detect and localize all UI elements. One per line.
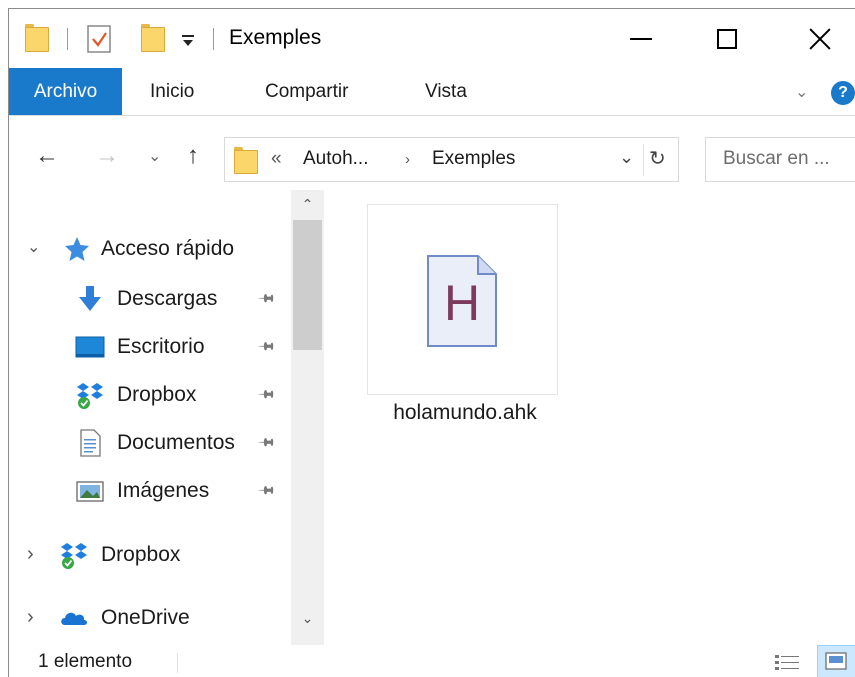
pin-icon: 🖈 bbox=[256, 382, 279, 405]
tab-inicio[interactable]: Inicio bbox=[150, 68, 194, 115]
nav-item-label: Acceso rápido bbox=[101, 237, 235, 260]
nav-item-quick-access[interactable]: ⌄ Acceso rápido bbox=[9, 227, 289, 271]
star-icon bbox=[65, 237, 89, 261]
images-icon bbox=[76, 481, 104, 502]
nav-item-imagenes[interactable]: Imágenes 🖈 bbox=[9, 469, 289, 513]
nav-item-label: Dropbox bbox=[117, 383, 197, 406]
tab-archivo[interactable]: Archivo bbox=[9, 68, 122, 115]
chevron-right-icon[interactable]: › bbox=[27, 543, 34, 566]
minimize-button[interactable] bbox=[595, 9, 687, 68]
recent-locations-icon[interactable]: ⌄ bbox=[148, 146, 161, 166]
ribbon: Archivo Inicio Compartir Vista ⌄ ? bbox=[9, 68, 855, 116]
documents-icon bbox=[80, 429, 101, 457]
address-overflow[interactable]: « bbox=[271, 148, 282, 170]
nav-item-dropbox[interactable]: › Dropbox bbox=[9, 533, 289, 577]
up-button[interactable]: ↑ bbox=[187, 142, 199, 170]
forward-button[interactable]: → bbox=[95, 142, 119, 170]
nav-item-documentos[interactable]: Documentos 🖈 bbox=[9, 421, 289, 465]
expand-ribbon-icon[interactable]: ⌄ bbox=[795, 82, 808, 102]
back-button[interactable]: ← bbox=[35, 142, 59, 170]
customize-toolbar-icon[interactable] bbox=[181, 33, 195, 47]
scroll-up-icon[interactable]: ⌃ bbox=[291, 196, 324, 213]
help-icon[interactable]: ? bbox=[831, 81, 855, 105]
tab-vista[interactable]: Vista bbox=[425, 68, 467, 115]
pin-icon: 🖈 bbox=[256, 430, 279, 453]
address-bar[interactable]: « Autoh... › Exemples ⌄ ↻ bbox=[224, 137, 679, 182]
large-icons-view-button[interactable] bbox=[817, 645, 855, 677]
download-icon bbox=[79, 286, 101, 311]
chevron-down-icon[interactable]: ⌄ bbox=[27, 237, 40, 257]
dropbox-icon bbox=[77, 383, 103, 409]
nav-item-label: Dropbox bbox=[101, 543, 181, 566]
navigation-pane: ⌄ Acceso rápido Descargas 🖈 Escritorio 🖈 bbox=[9, 190, 326, 645]
search-input[interactable] bbox=[706, 138, 855, 179]
breadcrumb-separator-icon[interactable]: › bbox=[405, 151, 410, 168]
divider bbox=[643, 144, 644, 176]
window-title: Exemples bbox=[229, 26, 322, 49]
properties-icon[interactable] bbox=[87, 24, 113, 54]
title-bar: Exemples bbox=[9, 9, 855, 68]
scroll-down-icon[interactable]: ⌄ bbox=[291, 610, 324, 627]
large-icons-view-icon bbox=[825, 652, 847, 670]
folder-icon bbox=[234, 147, 258, 174]
navigation-bar: ← → ⌄ ↑ « Autoh... › Exemples ⌄ ↻ bbox=[9, 116, 855, 190]
nav-item-label: OneDrive bbox=[101, 606, 190, 629]
nav-item-label: Documentos bbox=[117, 431, 235, 454]
search-box[interactable] bbox=[705, 137, 855, 182]
ahk-file-icon: H bbox=[427, 255, 497, 347]
pin-icon: 🖈 bbox=[256, 478, 279, 501]
nav-item-onedrive[interactable]: › OneDrive bbox=[9, 596, 289, 640]
navigation-scrollbar[interactable]: ⌃ ⌄ bbox=[291, 190, 324, 645]
details-view-icon[interactable] bbox=[773, 651, 801, 675]
ahk-letter: H bbox=[444, 275, 480, 331]
nav-item-escritorio[interactable]: Escritorio 🖈 bbox=[9, 325, 289, 369]
scrollbar-thumb[interactable] bbox=[293, 220, 322, 350]
pin-icon: 🖈 bbox=[256, 334, 279, 357]
chevron-right-icon[interactable]: › bbox=[27, 606, 34, 629]
divider bbox=[177, 653, 178, 673]
new-folder-icon[interactable] bbox=[141, 24, 165, 52]
file-list: H holamundo.ahk bbox=[326, 190, 855, 645]
nav-item-dropbox-pinned[interactable]: Dropbox 🖈 bbox=[9, 373, 289, 417]
nav-item-descargas[interactable]: Descargas 🖈 bbox=[9, 277, 289, 321]
desktop-icon bbox=[75, 336, 105, 358]
refresh-icon[interactable]: ↻ bbox=[649, 146, 666, 171]
maximize-button[interactable] bbox=[681, 9, 773, 68]
file-name[interactable]: holamundo.ahk bbox=[347, 401, 583, 425]
minimize-icon bbox=[630, 37, 652, 40]
dropbox-icon bbox=[61, 543, 87, 569]
address-segment[interactable]: Exemples bbox=[432, 148, 515, 170]
tab-compartir[interactable]: Compartir bbox=[265, 68, 348, 115]
nav-item-label: Escritorio bbox=[117, 335, 205, 358]
address-segment[interactable]: Autoh... bbox=[303, 148, 369, 170]
nav-item-label: Imágenes bbox=[117, 479, 210, 502]
item-count: 1 elemento bbox=[38, 651, 133, 672]
divider bbox=[213, 28, 214, 50]
nav-item-label: Descargas bbox=[117, 287, 218, 310]
status-bar: 1 elemento bbox=[9, 645, 855, 677]
file-item[interactable]: H bbox=[367, 204, 558, 395]
divider bbox=[67, 28, 68, 50]
pin-icon: 🖈 bbox=[256, 286, 279, 309]
close-button[interactable] bbox=[774, 9, 855, 68]
folder-icon bbox=[25, 24, 49, 52]
onedrive-icon bbox=[61, 612, 87, 625]
address-dropdown-icon[interactable]: ⌄ bbox=[619, 147, 634, 168]
close-icon bbox=[808, 27, 832, 51]
explorer-window: Exemples Archivo Inicio Compartir Vista … bbox=[8, 8, 855, 677]
maximize-icon bbox=[717, 28, 737, 49]
